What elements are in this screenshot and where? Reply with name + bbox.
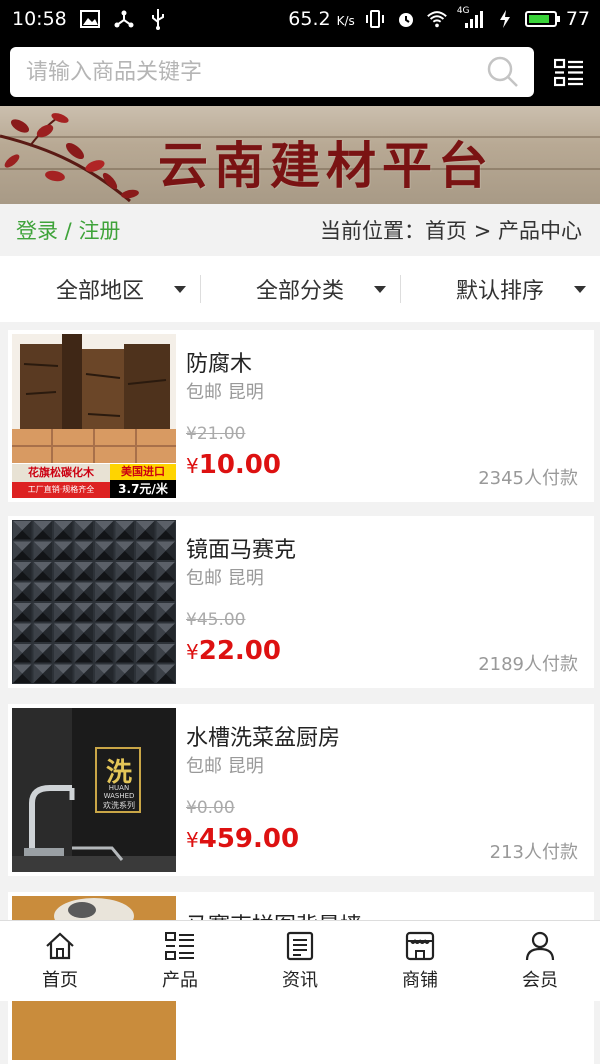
network-speed: 65.2 K/s [288, 8, 355, 30]
product-shipping: 包邮 昆明 [186, 568, 264, 589]
product-price: ¥10.00 [186, 450, 281, 480]
user-icon [525, 931, 555, 961]
branch-decoration [0, 113, 139, 203]
product-name[interactable]: 防腐木 [186, 346, 252, 378]
product-image[interactable]: 洗 HUAN WASHED 欢洗系列 [12, 708, 176, 872]
product-price: ¥459.00 [186, 824, 300, 854]
filter-sort[interactable]: 默认排序 [400, 256, 600, 322]
original-price: ¥0.00 [186, 798, 235, 818]
status-bar: 10:58 65.2 K/s 4G 77 [0, 0, 600, 38]
wifi-icon [426, 8, 448, 30]
breadcrumb: 登录 / 注册 当前位置：首页 > 产品中心 [0, 204, 600, 256]
product-price: ¥22.00 [186, 636, 281, 666]
login-link[interactable]: 登录 [16, 219, 58, 243]
sales-count: 213人付款 [489, 842, 578, 863]
banner-title: 云南建材平台 [158, 136, 494, 195]
filter-region[interactable]: 全部地区 [0, 256, 200, 322]
vibrate-icon [364, 8, 386, 30]
alarm-icon [395, 8, 417, 30]
news-icon [286, 931, 314, 961]
battery-icon [524, 11, 560, 27]
sales-count: 2189人付款 [478, 654, 578, 675]
breadcrumb-current: 产品中心 [498, 219, 582, 243]
filter-category[interactable]: 全部分类 [200, 256, 400, 322]
search-header [0, 38, 600, 106]
search-input[interactable] [10, 58, 486, 86]
original-price: ¥45.00 [186, 610, 246, 630]
tab-home[interactable]: 首页 [0, 921, 120, 1001]
image-caption: 欢洗系列 [103, 801, 135, 810]
current-location: 当前位置：首页 > 产品中心 [320, 219, 582, 243]
caret-down-icon [574, 286, 586, 293]
product-name[interactable]: 镜面马赛克 [186, 532, 296, 564]
product-shipping: 包邮 昆明 [186, 756, 264, 777]
sales-count: 2345人付款 [478, 468, 578, 489]
tab-products[interactable]: 产品 [120, 921, 240, 1001]
caret-down-icon [374, 286, 386, 293]
tab-member[interactable]: 会员 [480, 921, 600, 1001]
search-box[interactable] [10, 47, 534, 97]
bottom-tab-bar: 首页 产品 资讯 商铺 会员 [0, 920, 600, 1001]
shop-icon [405, 931, 435, 961]
product-image[interactable]: 花旗松碳化木 工厂直销·规格齐全 美国进口 3.7元/米 [12, 334, 176, 498]
product-shipping: 包邮 昆明 [186, 382, 264, 403]
battery-percent: 77 [565, 8, 590, 30]
usb-icon [147, 8, 169, 30]
tab-shops[interactable]: 商铺 [360, 921, 480, 1001]
original-price: ¥21.00 [186, 424, 246, 444]
image-caption: 3.7元/米 [110, 480, 176, 498]
search-icon[interactable] [486, 55, 520, 89]
product-image[interactable] [12, 520, 176, 684]
charging-icon [494, 8, 516, 30]
category-menu-icon[interactable] [554, 58, 584, 88]
product-item[interactable]: 洗 HUAN WASHED 欢洗系列 水槽洗菜盆厨房 包邮 昆明 ¥0.00 ¥… [8, 704, 594, 876]
image-icon [79, 8, 101, 30]
caret-down-icon [174, 286, 186, 293]
share-icon [113, 8, 135, 30]
clock: 10:58 [12, 8, 67, 30]
image-caption: 工厂直销·规格齐全 [12, 482, 110, 498]
home-icon [46, 932, 74, 960]
filter-bar: 全部地区 全部分类 默认排序 [0, 256, 600, 322]
product-item[interactable]: 花旗松碳化木 工厂直销·规格齐全 美国进口 3.7元/米 防腐木 包邮 昆明 ¥… [8, 330, 594, 502]
image-caption: HUAN WASHED [103, 784, 135, 800]
breadcrumb-home[interactable]: 首页 [425, 219, 467, 243]
auth-links: 登录 / 注册 [16, 219, 121, 243]
banner[interactable]: 云南建材平台 [0, 106, 600, 204]
list-icon [165, 932, 194, 960]
register-link[interactable]: 注册 [78, 219, 120, 243]
product-name[interactable]: 水槽洗菜盆厨房 [186, 720, 340, 752]
signal-icon: 4G [457, 6, 485, 30]
product-item[interactable]: 镜面马赛克 包邮 昆明 ¥45.00 ¥22.00 2189人付款 [8, 516, 594, 688]
tab-news[interactable]: 资讯 [240, 921, 360, 1001]
image-caption: 美国进口 [110, 464, 176, 480]
image-caption: 花旗松碳化木 [12, 464, 110, 482]
